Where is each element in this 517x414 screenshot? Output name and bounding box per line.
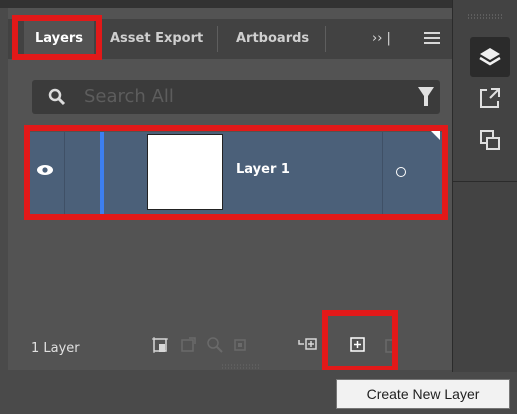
highlight-layers-tab: [12, 15, 102, 60]
search-placeholder: Search All: [84, 86, 174, 107]
more-tabs-button[interactable]: ›› |: [372, 19, 391, 59]
make-clipping-mask-icon[interactable]: [230, 334, 252, 356]
tooltip: Create New Layer: [336, 379, 510, 409]
collect-for-export-icon[interactable]: [150, 334, 172, 356]
create-new-sublayer-icon[interactable]: [296, 334, 318, 356]
tab-asset-export[interactable]: Asset Export: [110, 19, 210, 59]
layer-count: 1 Layer: [31, 341, 80, 356]
tab-divider: [325, 26, 326, 52]
layers-list: [30, 214, 442, 324]
layers-icon: [479, 48, 501, 66]
tab-divider: [217, 26, 218, 52]
panel-top-strip: [0, 0, 452, 8]
export-icon[interactable]: [478, 86, 502, 110]
export-selection-icon[interactable]: [178, 334, 200, 356]
resize-grip[interactable]: [222, 364, 260, 370]
panel-menu-icon[interactable]: [424, 31, 440, 45]
search-icon: [48, 88, 66, 106]
layers-dock-button[interactable]: [470, 37, 510, 77]
filter-icon[interactable]: [418, 86, 434, 108]
highlight-create-new-layer: [322, 310, 398, 372]
artboards-icon[interactable]: [478, 128, 502, 152]
locate-object-icon[interactable]: [204, 334, 226, 356]
highlight-layer-row: [24, 125, 448, 220]
tab-artboards[interactable]: Artboards: [236, 19, 316, 59]
dock-divider: [452, 181, 517, 182]
dock-grip[interactable]: [468, 14, 502, 20]
